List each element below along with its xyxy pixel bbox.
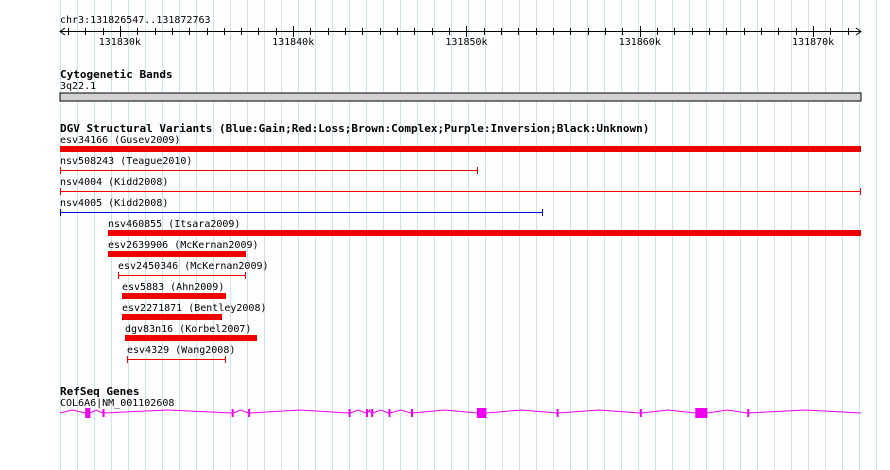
- cytoband-bar[interactable]: [59, 92, 862, 102]
- variant-label[interactable]: nsv460855 (Itsara2009): [108, 219, 240, 230]
- variant-label[interactable]: esv5883 (Ahn2009): [122, 282, 224, 293]
- ruler-tick-label: 131870k: [792, 37, 834, 48]
- variant-label[interactable]: esv4329 (Wang2008): [127, 345, 235, 356]
- variant-bar[interactable]: [108, 230, 861, 236]
- variant-label[interactable]: dgv83n16 (Korbel2007): [125, 324, 251, 335]
- variant-label[interactable]: esv34166 (Gusev2009): [60, 135, 180, 146]
- gene-exon[interactable]: [476, 408, 487, 418]
- dgv-track-title: DGV Structural Variants (Blue:Gain;Red:L…: [60, 122, 650, 135]
- gene-exon[interactable]: [556, 409, 559, 417]
- genome-browser-view: 131830k 131840k 131850k 131860k 131870k esv34…: [0, 0, 890, 470]
- gene-exon[interactable]: [231, 409, 234, 417]
- variant-label[interactable]: nsv508243 (Teague2010): [60, 156, 192, 167]
- gene-exon[interactable]: [371, 409, 374, 417]
- ruler-tick-label: 131830k: [99, 37, 141, 48]
- gene-exon[interactable]: [348, 409, 351, 417]
- gene-exon[interactable]: [411, 409, 414, 417]
- variant-label[interactable]: esv2271871 (Bentley2008): [122, 303, 267, 314]
- gene-label[interactable]: COL6A6|NM_001102608: [60, 398, 174, 410]
- gene-exon[interactable]: [388, 409, 391, 417]
- cytoband-track-title: Cytogenetic Bands: [60, 68, 173, 81]
- variant-bar[interactable]: [125, 335, 257, 341]
- variant-bar[interactable]: [122, 314, 222, 320]
- gene-exon[interactable]: [747, 409, 750, 417]
- cytoband-label: 3q22.1: [60, 81, 97, 92]
- gene-exon[interactable]: [639, 409, 642, 417]
- region-label: chr3:131826547..131872763: [60, 15, 211, 26]
- gene-exon[interactable]: [695, 408, 708, 418]
- gene-exon[interactable]: [248, 409, 251, 417]
- ruler-tick-label: 131860k: [619, 37, 661, 48]
- gene-exon[interactable]: [365, 409, 368, 417]
- variant-bar[interactable]: [108, 251, 246, 257]
- ruler-tick-label: 131840k: [272, 37, 314, 48]
- variant-label[interactable]: nsv4005 (Kidd2008): [60, 198, 168, 209]
- variant-bar[interactable]: [60, 146, 861, 152]
- variant-bar[interactable]: [122, 293, 226, 299]
- variant-label[interactable]: esv2450346 (McKernan2009): [118, 261, 269, 272]
- variant-label[interactable]: nsv4004 (Kidd2008): [60, 177, 168, 188]
- variant-label[interactable]: esv2639906 (McKernan2009): [108, 240, 259, 251]
- gene-exon[interactable]: [102, 409, 105, 417]
- refseq-track-title: RefSeq Genes: [60, 385, 140, 398]
- ruler-tick-label: 131850k: [445, 37, 487, 48]
